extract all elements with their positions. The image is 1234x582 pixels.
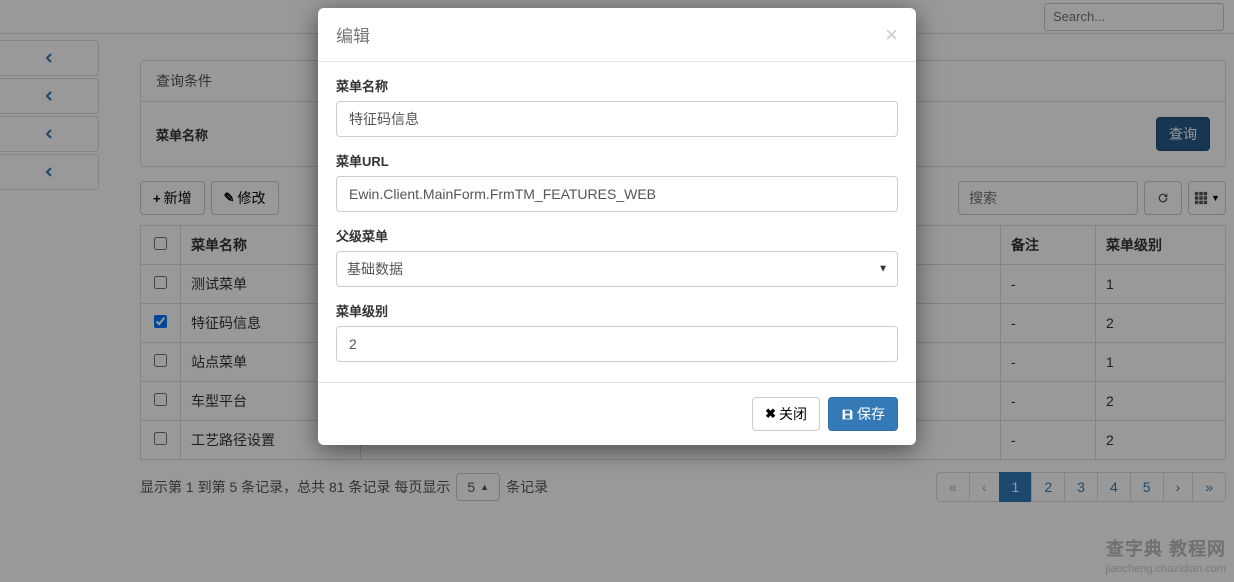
menu-level-input[interactable] (336, 326, 898, 362)
modal-title: 编辑 (336, 22, 370, 47)
menu-name-label: 菜单名称 (336, 76, 898, 95)
menu-level-label: 菜单级别 (336, 301, 898, 320)
save-icon (841, 408, 854, 421)
save-button[interactable]: 保存 (828, 397, 898, 431)
close-button[interactable]: ✖关闭 (752, 397, 820, 431)
menu-url-input[interactable] (336, 176, 898, 212)
menu-url-label: 菜单URL (336, 151, 898, 170)
parent-menu-select[interactable]: 基础数据 (336, 251, 898, 287)
parent-menu-label: 父级菜单 (336, 226, 898, 245)
close-button-label: 关闭 (779, 404, 807, 424)
save-button-label: 保存 (857, 404, 885, 424)
edit-modal: 编辑 × 菜单名称 菜单URL 父级菜单 基础数据 菜单级别 ✖关闭 保存 (318, 8, 916, 445)
menu-name-input[interactable] (336, 101, 898, 137)
x-icon: ✖ (765, 406, 776, 422)
close-icon[interactable]: × (885, 24, 898, 46)
